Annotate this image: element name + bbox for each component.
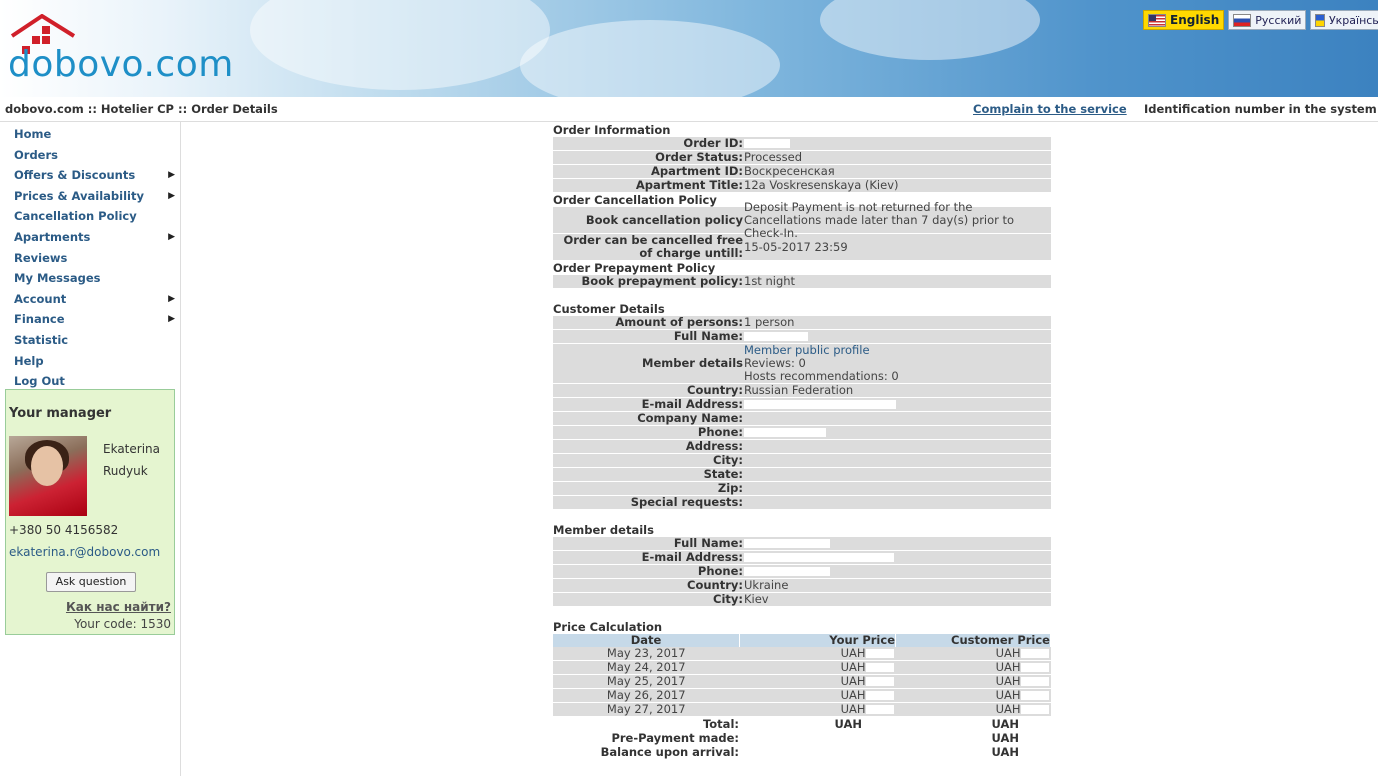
customer-email-row: E-mail Address: <box>553 398 1051 412</box>
customer-country-row: Country: Russian Federation <box>553 384 1051 398</box>
menu-item-apartments[interactable]: Apartments ▶ <box>14 227 179 248</box>
order-info-title: Order Information <box>553 123 671 137</box>
prepayment-row: Book prepayment policy: 1st night <box>553 275 1051 289</box>
member-details-row: Member details Member public profile Rev… <box>553 344 1051 384</box>
customer-title: Customer Details <box>553 302 665 316</box>
lang-russian-button[interactable]: Русский <box>1228 10 1307 30</box>
menu-item-orders[interactable]: Orders <box>14 145 179 166</box>
menu-item-offers[interactable]: Offers & Discounts ▶ <box>14 165 179 186</box>
price-title: Price Calculation <box>553 620 663 634</box>
top-bar: dobovo.com :: Hotelier CP :: Order Detai… <box>0 97 1378 122</box>
manager-phone: +380 50 4156582 <box>9 523 119 537</box>
manager-avatar <box>9 436 87 516</box>
caret-right-icon: ▶ <box>168 231 175 242</box>
table-row: May 27, 2017 UAH UAH <box>553 702 1051 717</box>
caret-right-icon: ▶ <box>168 170 175 181</box>
manager-email-link[interactable]: ekaterina.r@dobovo.com <box>9 545 160 559</box>
ask-question-button[interactable]: Ask question <box>46 572 136 592</box>
menu-item-reviews[interactable]: Reviews <box>14 248 179 269</box>
member-country-row: Country: Ukraine <box>553 579 1051 593</box>
member-email-row: E-mail Address: <box>553 551 1051 565</box>
table-row: May 24, 2017 UAH UAH <box>553 660 1051 675</box>
caret-right-icon: ▶ <box>168 314 175 325</box>
ua-flag-icon <box>1315 13 1325 27</box>
menu-item-statistic[interactable]: Statistic <box>14 330 179 351</box>
site-header: dobovo.com English Русский Українськ <box>0 0 1378 97</box>
table-row: May 26, 2017 UAH UAH <box>553 688 1051 703</box>
customer-phone-row: Phone: <box>553 426 1051 440</box>
ru-flag-icon <box>1233 13 1252 27</box>
menu-item-cancellation[interactable]: Cancellation Policy <box>14 206 179 227</box>
table-row: May 25, 2017 UAH UAH <box>553 674 1051 689</box>
apartment-id-row: Apartment ID: Воскресенская <box>553 165 1051 179</box>
price-table: Date Your Price Customer Price May 23, 2… <box>553 634 1051 717</box>
id-number-label: Identification number in the system : <box>1144 102 1378 116</box>
lang-english-button[interactable]: English <box>1143 10 1225 30</box>
us-flag-icon <box>1148 13 1166 27</box>
prepayment-title: Order Prepayment Policy <box>553 261 716 275</box>
menu-item-finance[interactable]: Finance ▶ <box>14 309 179 330</box>
manager-box: Your manager Ekaterina Rudyuk +380 50 41… <box>5 389 175 635</box>
breadcrumb: dobovo.com :: Hotelier CP :: Order Detai… <box>5 102 278 116</box>
balance-row: Balance upon arrival: UAH <box>553 745 1051 759</box>
special-requests-row: Special requests: <box>553 496 1051 510</box>
order-id-row: Order ID: <box>553 137 1051 151</box>
company-row: Company Name: <box>553 412 1051 426</box>
menu-item-home[interactable]: Home <box>14 124 179 145</box>
address-row: Address: <box>553 440 1051 454</box>
your-code: Your code: 1530 <box>74 617 171 631</box>
cancellation-policy-row: Book cancellation policy Deposit Payment … <box>553 200 1051 239</box>
state-row: State: <box>553 468 1051 482</box>
table-row: May 23, 2017 UAH UAH <box>553 647 1051 661</box>
find-us-link[interactable]: Как нас найти? <box>66 600 171 614</box>
caret-right-icon: ▶ <box>168 293 175 304</box>
language-switcher: English Русский Українськ <box>1143 10 1378 30</box>
prepayment-made-row: Pre-Payment made: UAH <box>553 731 1051 745</box>
member-city-row: City: Kiev <box>553 593 1051 607</box>
member-phone-row: Phone: <box>553 565 1051 579</box>
member-title: Member details <box>553 523 654 537</box>
logo-text: dobovo.com <box>8 44 234 85</box>
manager-name: Ekaterina Rudyuk <box>103 442 160 478</box>
manager-title: Your manager <box>9 406 112 421</box>
lang-ukrainian-button[interactable]: Українськ <box>1310 10 1378 30</box>
order-details: Order Information Order ID: Order Status… <box>553 122 1051 759</box>
price-totals: Total: UAH UAH Pre-Payment made: UAH Balan… <box>553 717 1051 759</box>
menu-item-prices[interactable]: Prices & Availability ▶ <box>14 186 179 207</box>
caret-right-icon: ▶ <box>168 190 175 201</box>
menu-item-account[interactable]: Account ▶ <box>14 289 179 310</box>
member-fullname-row: Full Name: <box>553 537 1051 551</box>
customer-fullname-row: Full Name: <box>553 330 1051 344</box>
persons-row: Amount of persons: 1 person <box>553 316 1051 330</box>
order-status-row: Order Status: Processed <box>553 151 1051 165</box>
zip-row: Zip: <box>553 482 1051 496</box>
menu-item-help[interactable]: Help <box>14 351 179 372</box>
complain-link[interactable]: Complain to the service <box>973 102 1127 116</box>
main-menu: Home Orders Offers & Discounts ▶ Prices &… <box>14 124 179 392</box>
free-cancel-row: Order can be cancelled free of charge un… <box>553 234 1051 261</box>
apartment-title-row: Apartment Title: 12a Voskresenskaya (Kiev… <box>553 179 1051 193</box>
city-row: City: <box>553 454 1051 468</box>
menu-item-messages[interactable]: My Messages <box>14 268 179 289</box>
total-row: Total: UAH UAH <box>553 717 1051 731</box>
